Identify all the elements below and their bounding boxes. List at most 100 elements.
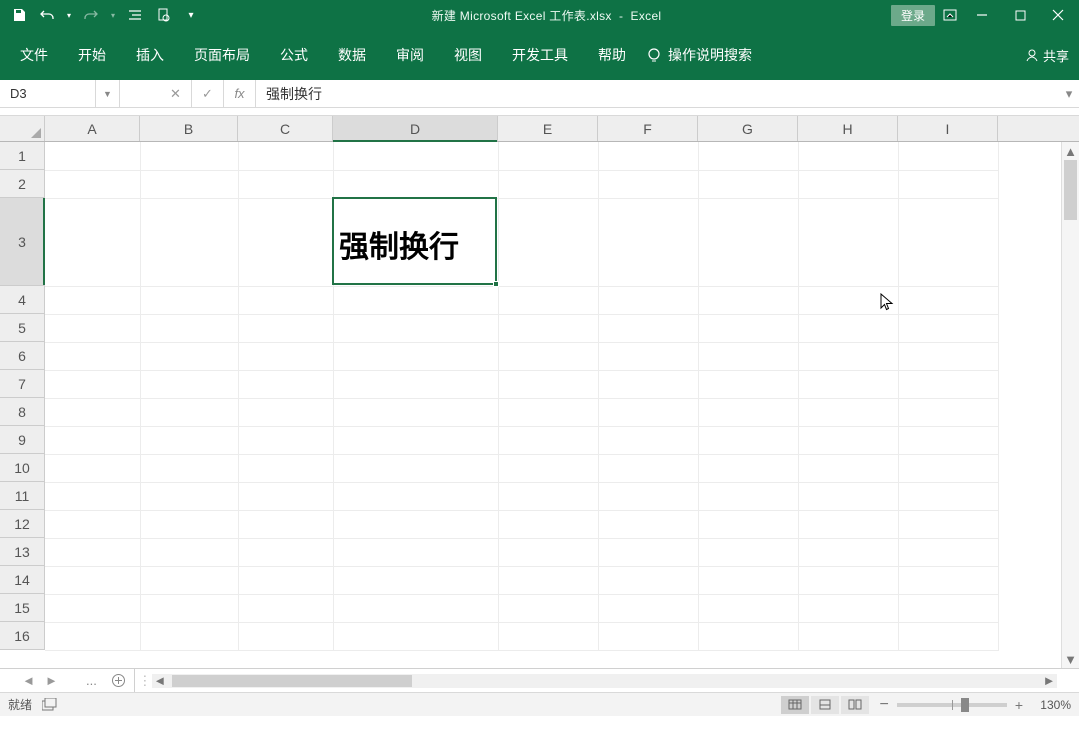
cell-H15[interactable] bbox=[798, 594, 898, 622]
cell-H10[interactable] bbox=[798, 454, 898, 482]
cell-F16[interactable] bbox=[598, 622, 698, 650]
cell-H7[interactable] bbox=[798, 370, 898, 398]
undo-dropdown-icon[interactable]: ▾ bbox=[64, 4, 74, 26]
cell-D7[interactable] bbox=[333, 370, 498, 398]
cell-A6[interactable] bbox=[45, 342, 140, 370]
cell-B16[interactable] bbox=[140, 622, 238, 650]
cell-A13[interactable] bbox=[45, 538, 140, 566]
scroll-down-icon[interactable]: ▼ bbox=[1062, 650, 1079, 668]
cell-A4[interactable] bbox=[45, 286, 140, 314]
cell-H3[interactable] bbox=[798, 198, 898, 286]
row-header-16[interactable]: 16 bbox=[0, 622, 45, 650]
cell-F5[interactable] bbox=[598, 314, 698, 342]
cell-C13[interactable] bbox=[238, 538, 333, 566]
cell-I3[interactable] bbox=[898, 198, 998, 286]
zoom-value[interactable]: 130% bbox=[1031, 698, 1071, 712]
qat-customize-icon[interactable]: ▾ bbox=[180, 4, 202, 26]
row-header-1[interactable]: 1 bbox=[0, 142, 45, 170]
pane-splitter[interactable]: ⋮ bbox=[142, 669, 148, 692]
redo-icon[interactable] bbox=[80, 4, 102, 26]
scroll-right-icon[interactable]: ► bbox=[1041, 674, 1057, 688]
cell-C7[interactable] bbox=[238, 370, 333, 398]
cell-G13[interactable] bbox=[698, 538, 798, 566]
cell-H9[interactable] bbox=[798, 426, 898, 454]
col-header-D[interactable]: D bbox=[333, 116, 498, 141]
cell-B5[interactable] bbox=[140, 314, 238, 342]
cell-E2[interactable] bbox=[498, 170, 598, 198]
cell-C5[interactable] bbox=[238, 314, 333, 342]
cell-H8[interactable] bbox=[798, 398, 898, 426]
cell-I8[interactable] bbox=[898, 398, 998, 426]
vscroll-thumb[interactable] bbox=[1064, 160, 1077, 220]
cell-G4[interactable] bbox=[698, 286, 798, 314]
save-icon[interactable] bbox=[8, 4, 30, 26]
cell-C14[interactable] bbox=[238, 566, 333, 594]
cell-E13[interactable] bbox=[498, 538, 598, 566]
row-header-8[interactable]: 8 bbox=[0, 398, 45, 426]
cell-C16[interactable] bbox=[238, 622, 333, 650]
cell-D16[interactable] bbox=[333, 622, 498, 650]
normal-view-icon[interactable] bbox=[781, 696, 809, 714]
cell-I12[interactable] bbox=[898, 510, 998, 538]
cell-A5[interactable] bbox=[45, 314, 140, 342]
formula-expand-icon[interactable]: ▾ bbox=[1059, 80, 1079, 107]
cell-G9[interactable] bbox=[698, 426, 798, 454]
cell-D13[interactable] bbox=[333, 538, 498, 566]
zoom-slider[interactable] bbox=[897, 703, 1007, 707]
name-box[interactable]: D3 ▼ bbox=[0, 80, 120, 107]
row-header-11[interactable]: 11 bbox=[0, 482, 45, 510]
tab-developer[interactable]: 开发工具 bbox=[502, 39, 578, 71]
sheet-nav-prev-icon[interactable]: ◄ bbox=[22, 673, 35, 688]
cell-D8[interactable] bbox=[333, 398, 498, 426]
cell-F15[interactable] bbox=[598, 594, 698, 622]
cell-B15[interactable] bbox=[140, 594, 238, 622]
cell-D1[interactable] bbox=[333, 142, 498, 170]
horizontal-scrollbar[interactable]: ◄ ► bbox=[152, 674, 1057, 688]
row-header-6[interactable]: 6 bbox=[0, 342, 45, 370]
cell-I6[interactable] bbox=[898, 342, 998, 370]
cell-E1[interactable] bbox=[498, 142, 598, 170]
cell-I11[interactable] bbox=[898, 482, 998, 510]
tab-review[interactable]: 审阅 bbox=[386, 39, 434, 71]
cell-F9[interactable] bbox=[598, 426, 698, 454]
tab-file[interactable]: 文件 bbox=[10, 39, 58, 71]
cell-C12[interactable] bbox=[238, 510, 333, 538]
cell-B6[interactable] bbox=[140, 342, 238, 370]
cell-I1[interactable] bbox=[898, 142, 998, 170]
hscroll-track[interactable] bbox=[168, 674, 1041, 688]
cell-E3[interactable] bbox=[498, 198, 598, 286]
col-header-B[interactable]: B bbox=[140, 116, 238, 141]
cell-H14[interactable] bbox=[798, 566, 898, 594]
cell-G14[interactable] bbox=[698, 566, 798, 594]
cell-D12[interactable] bbox=[333, 510, 498, 538]
cell-E6[interactable] bbox=[498, 342, 598, 370]
cell-G2[interactable] bbox=[698, 170, 798, 198]
cell-E5[interactable] bbox=[498, 314, 598, 342]
cell-C8[interactable] bbox=[238, 398, 333, 426]
cell-B7[interactable] bbox=[140, 370, 238, 398]
cell-G16[interactable] bbox=[698, 622, 798, 650]
cell-H2[interactable] bbox=[798, 170, 898, 198]
cell-H1[interactable] bbox=[798, 142, 898, 170]
print-preview-icon[interactable] bbox=[152, 4, 174, 26]
cell-I16[interactable] bbox=[898, 622, 998, 650]
cell-G8[interactable] bbox=[698, 398, 798, 426]
cell-F11[interactable] bbox=[598, 482, 698, 510]
cell-E7[interactable] bbox=[498, 370, 598, 398]
new-sheet-icon[interactable] bbox=[103, 673, 134, 688]
row-header-5[interactable]: 5 bbox=[0, 314, 45, 342]
cell-C9[interactable] bbox=[238, 426, 333, 454]
cell-I15[interactable] bbox=[898, 594, 998, 622]
cell-F6[interactable] bbox=[598, 342, 698, 370]
page-break-view-icon[interactable] bbox=[841, 696, 869, 714]
fx-icon[interactable]: fx bbox=[224, 80, 256, 107]
cell-A1[interactable] bbox=[45, 142, 140, 170]
tell-me[interactable]: 操作说明搜索 bbox=[646, 45, 752, 65]
cell-F12[interactable] bbox=[598, 510, 698, 538]
cell-B13[interactable] bbox=[140, 538, 238, 566]
cell-F7[interactable] bbox=[598, 370, 698, 398]
cell-H11[interactable] bbox=[798, 482, 898, 510]
tab-help[interactable]: 帮助 bbox=[588, 39, 636, 71]
cell-E9[interactable] bbox=[498, 426, 598, 454]
cell-G5[interactable] bbox=[698, 314, 798, 342]
